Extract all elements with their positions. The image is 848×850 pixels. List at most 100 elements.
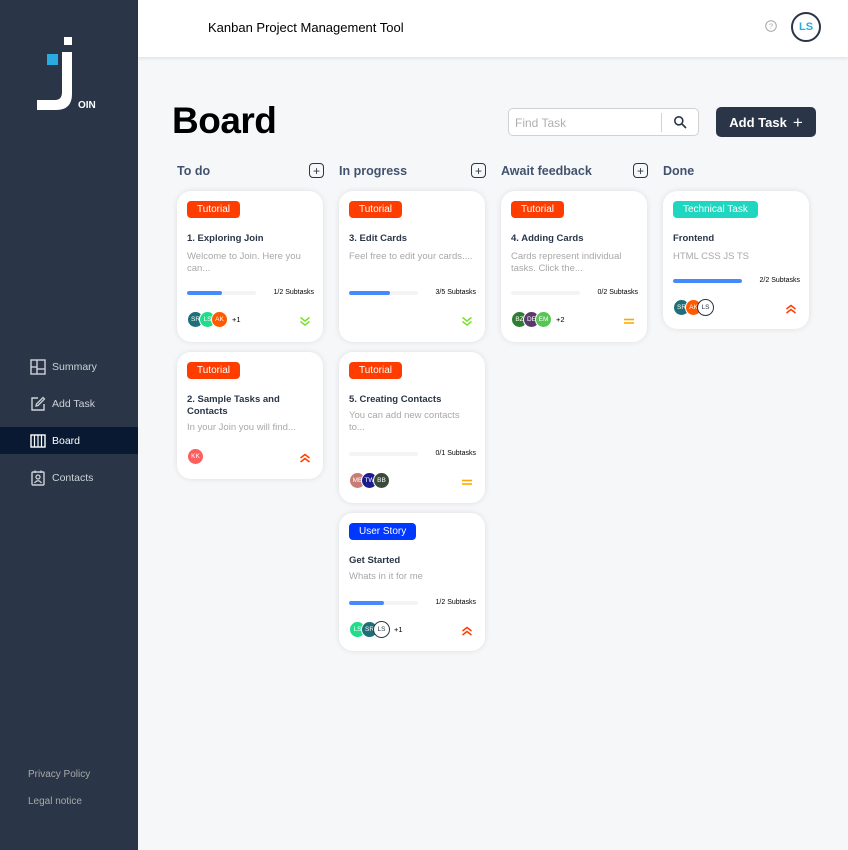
sidebar-item-add-task[interactable]: Add Task xyxy=(0,390,138,417)
task-card[interactable]: User Story Get Started Whats in it for me 1… xyxy=(339,513,485,651)
card-title: 4. Adding Cards xyxy=(511,233,584,244)
category-badge: Tutorial xyxy=(349,201,402,218)
assignee-list: BZ DE EM +2 xyxy=(511,311,565,328)
subtask-progress-bar xyxy=(673,279,742,283)
assignee-list: LS SR LS +1 xyxy=(349,621,403,638)
category-badge: Technical Task xyxy=(673,201,758,218)
column-title-in-progress: In progress xyxy=(339,164,408,178)
category-badge: Tutorial xyxy=(511,201,564,218)
task-card[interactable]: Technical Task Frontend HTML CSS JS TS 2/2 … xyxy=(663,191,809,329)
search-box xyxy=(508,108,699,136)
priority-urgent-icon xyxy=(462,626,472,636)
page-title: Board xyxy=(172,100,277,141)
top-header: Kanban Project Management Tool ? LS xyxy=(138,0,848,57)
sidebar-item-board[interactable]: Board xyxy=(0,427,138,454)
priority-low-icon xyxy=(462,316,472,326)
card-description: HTML CSS JS TS xyxy=(673,251,750,262)
card-title: 5. Creating Contacts xyxy=(349,394,442,405)
subtask-count: 0/2 Subtasks xyxy=(597,289,638,296)
search-icon[interactable] xyxy=(673,115,687,129)
legal-notice-link[interactable]: Legal notice xyxy=(28,796,90,807)
task-card[interactable]: Tutorial 5. Creating Contacts You can add … xyxy=(339,352,485,503)
more-assignees-count: +1 xyxy=(232,315,241,324)
logo-text: OIN xyxy=(78,100,96,111)
card-description: Whats in it for me xyxy=(349,571,423,582)
assignee-avatar: LS xyxy=(697,299,714,316)
card-title: 2. Sample Tasks and Contacts xyxy=(187,394,280,417)
card-description: In your Join you will find... xyxy=(187,422,296,433)
add-to-todo-button[interactable]: + xyxy=(309,163,324,178)
sidebar-nav: Summary Add Task Board Contacts xyxy=(0,353,138,501)
subtask-count: 2/2 Subtasks xyxy=(759,277,800,284)
add-task-button[interactable]: Add Task + xyxy=(716,107,816,137)
task-card[interactable]: Tutorial 2. Sample Tasks and Contacts In y… xyxy=(177,352,323,479)
sidebar-item-label: Contacts xyxy=(52,471,94,484)
card-description: You can add new contacts to... xyxy=(349,410,460,433)
join-logo[interactable]: OIN xyxy=(36,36,100,112)
category-badge: Tutorial xyxy=(349,362,402,379)
priority-urgent-icon xyxy=(786,304,796,314)
assignee-avatar: BB xyxy=(373,472,390,489)
assignee-avatar: AK xyxy=(211,311,228,328)
subtask-progress-bar xyxy=(511,291,580,295)
subtask-progress-bar xyxy=(349,601,418,605)
card-title: Get Started xyxy=(349,555,401,566)
progress-fill xyxy=(187,291,222,295)
plus-icon: + xyxy=(792,112,803,132)
subtask-progress-bar xyxy=(349,291,418,295)
sidebar-footer: Privacy Policy Legal notice xyxy=(28,769,90,823)
sidebar-item-contacts[interactable]: Contacts xyxy=(0,464,138,491)
category-badge: Tutorial xyxy=(187,362,240,379)
subtask-progress-bar xyxy=(187,291,256,295)
subtask-count: 1/2 Subtasks xyxy=(273,289,314,296)
sidebar: OIN Summary Add Task Board Contacts Priv… xyxy=(0,0,138,850)
add-to-await-feedback-button[interactable]: + xyxy=(633,163,648,178)
header-title: Kanban Project Management Tool xyxy=(208,20,404,35)
card-title: 3. Edit Cards xyxy=(349,233,408,244)
priority-medium-icon xyxy=(462,479,472,485)
progress-fill xyxy=(673,279,742,283)
column-title-await-feedback: Await feedback xyxy=(501,164,592,178)
progress-fill xyxy=(349,601,384,605)
search-input[interactable] xyxy=(515,114,655,131)
card-title: Frontend xyxy=(673,233,715,244)
sidebar-item-label: Board xyxy=(52,434,81,447)
privacy-policy-link[interactable]: Privacy Policy xyxy=(28,769,90,780)
assignee-list: KK xyxy=(187,448,204,465)
board-icon xyxy=(30,433,46,448)
task-card[interactable]: Tutorial 4. Adding Cards Cards represent i… xyxy=(501,191,647,342)
summary-icon xyxy=(30,358,46,375)
more-assignees-count: +1 xyxy=(394,625,403,634)
sidebar-item-label: Summary xyxy=(52,360,97,373)
add-task-label: Add Task xyxy=(729,114,787,130)
subtask-count: 0/1 Subtasks xyxy=(435,450,476,457)
subtask-progress-bar xyxy=(349,452,418,456)
search-divider xyxy=(661,113,662,132)
more-assignees-count: +2 xyxy=(556,315,565,324)
priority-urgent-icon xyxy=(300,453,310,463)
task-card[interactable]: Tutorial 1. Exploring Join Welcome to Join… xyxy=(177,191,323,342)
assignee-list: MB TW BB xyxy=(349,472,390,489)
subtask-count: 3/5 Subtasks xyxy=(435,289,476,296)
card-description: Welcome to Join. Here you can... xyxy=(187,251,301,274)
category-badge: Tutorial xyxy=(187,201,240,218)
column-title-done: Done xyxy=(663,164,695,178)
help-icon[interactable]: ? xyxy=(765,20,777,32)
assignee-avatar: LS xyxy=(373,621,390,638)
svg-text:?: ? xyxy=(769,22,773,31)
sidebar-item-summary[interactable]: Summary xyxy=(0,353,138,380)
sidebar-item-label: Add Task xyxy=(52,397,95,410)
card-description: Cards represent individual tasks. Click … xyxy=(511,251,622,274)
user-avatar[interactable]: LS xyxy=(791,12,821,42)
card-description: Feel free to edit your cards.... xyxy=(349,251,473,262)
priority-medium-icon xyxy=(624,318,634,324)
column-title-todo: To do xyxy=(177,164,211,178)
card-title: 1. Exploring Join xyxy=(187,233,264,244)
category-badge: User Story xyxy=(349,523,417,540)
priority-low-icon xyxy=(300,316,310,326)
task-card[interactable]: Tutorial 3. Edit Cards Feel free to edit y… xyxy=(339,191,485,342)
add-to-in-progress-button[interactable]: + xyxy=(471,163,486,178)
progress-fill xyxy=(349,291,391,295)
assignee-avatar: KK xyxy=(187,448,204,465)
add-task-icon xyxy=(31,396,46,411)
